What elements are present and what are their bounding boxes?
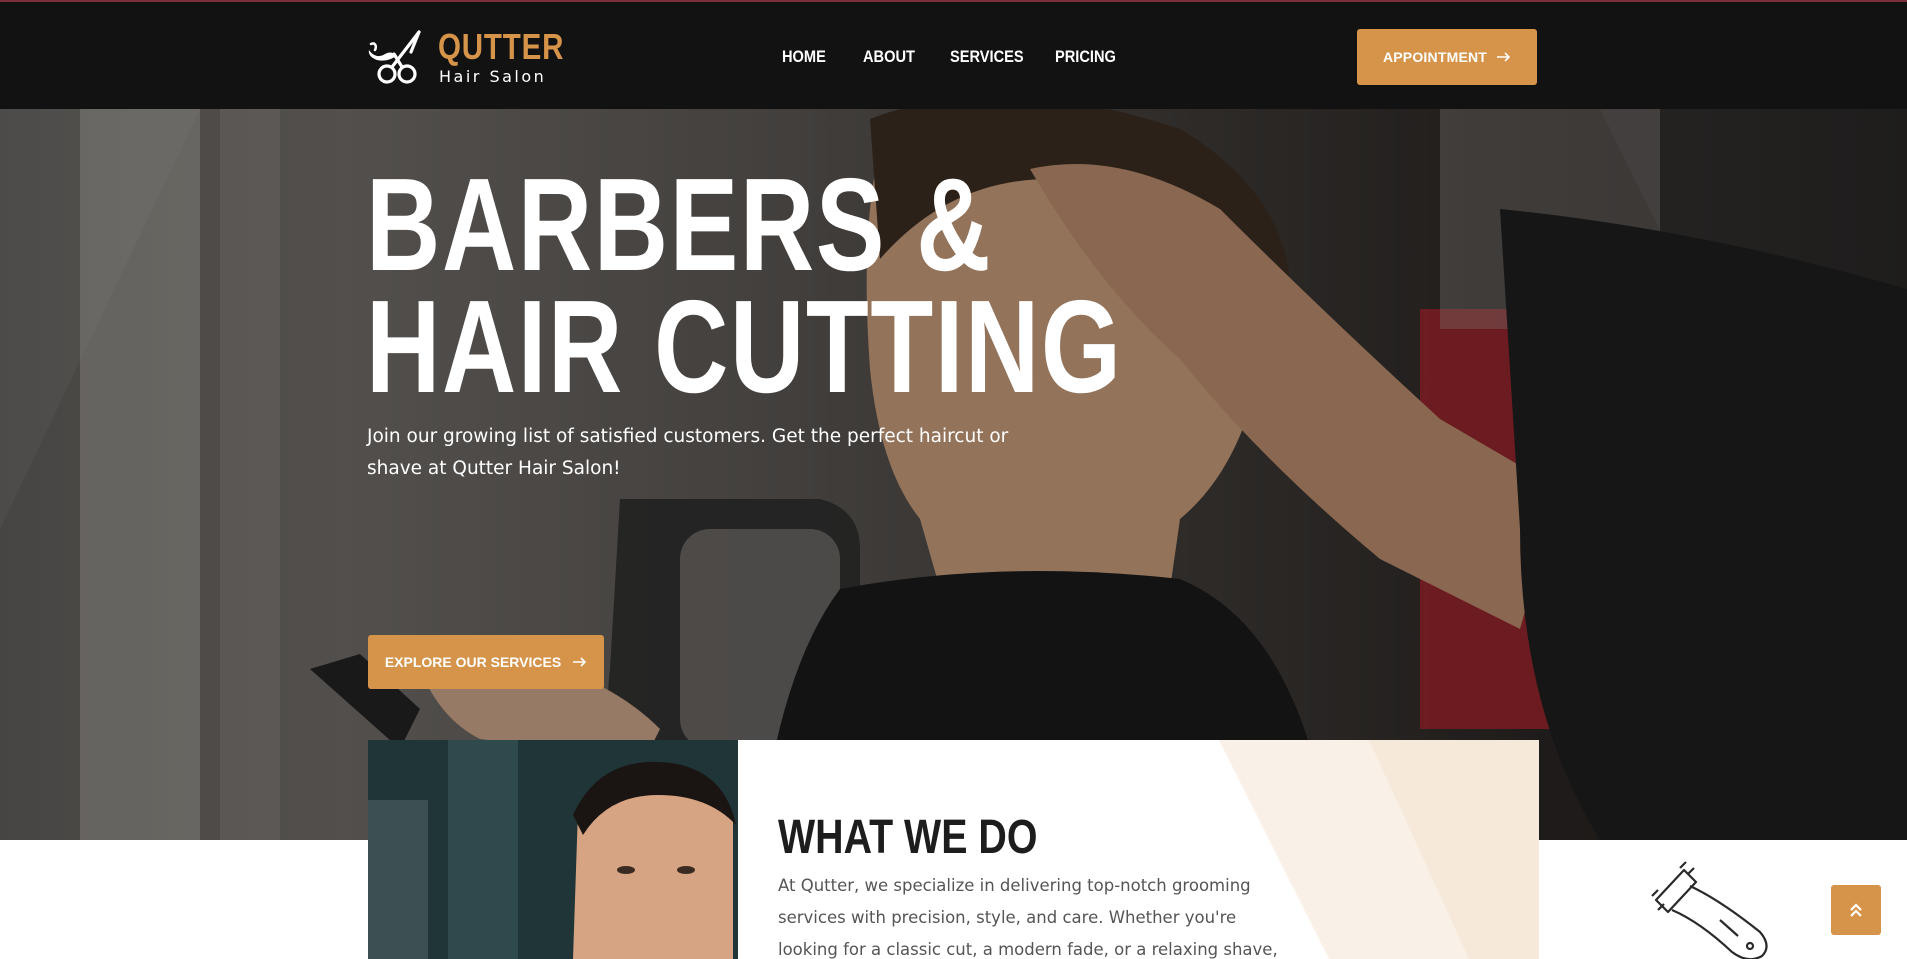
nav-about[interactable]: ABOUT [863,47,915,67]
what-we-do-text: At Qutter, we specialize in delivering t… [778,876,1278,959]
arrow-right-icon [1497,52,1511,62]
scissors-mustache-icon [368,30,421,84]
hero-title-line-1: BARBERS & [366,151,993,298]
appointment-button[interactable]: APPOINTMENT [1357,29,1537,85]
brand-logo[interactable]: QUTTER Hair Salon [367,26,563,88]
brand-tagline: Hair Salon [439,67,547,86]
nav-pricing[interactable]: PRICING [1055,47,1116,67]
hero-title-line-2: HAIR CUTTING [366,273,1123,420]
scroll-to-top-button[interactable] [1831,885,1881,935]
double-chevron-up-icon [1850,903,1862,917]
brand-name: QUTTER [438,26,565,67]
arrow-right-icon [573,657,587,667]
what-we-do-card: WHAT WE DO At Qutter, we specialize in d… [368,740,1539,959]
hero-subtitle: Join our growing list of satisfied custo… [367,426,1009,479]
nav-home[interactable]: HOME [782,47,826,67]
barber-portrait-image [368,740,738,959]
top-navbar: QUTTER Hair Salon HOME ABOUT SERVICES PR… [0,0,1907,109]
hero-section: BARBERS & HAIR CUTTING Join our growing … [0,109,1907,840]
explore-services-label: EXPLORE OUR SERVICES [384,654,562,670]
hair-clipper-icon [1651,861,1768,959]
hero-title: BARBERS & HAIR CUTTING [366,151,1123,420]
nav-services[interactable]: SERVICES [950,47,1024,67]
appointment-button-label: APPOINTMENT [1382,49,1488,65]
what-we-do-title: WHAT WE DO [778,811,1038,864]
explore-services-button[interactable]: EXPLORE OUR SERVICES [368,635,604,689]
